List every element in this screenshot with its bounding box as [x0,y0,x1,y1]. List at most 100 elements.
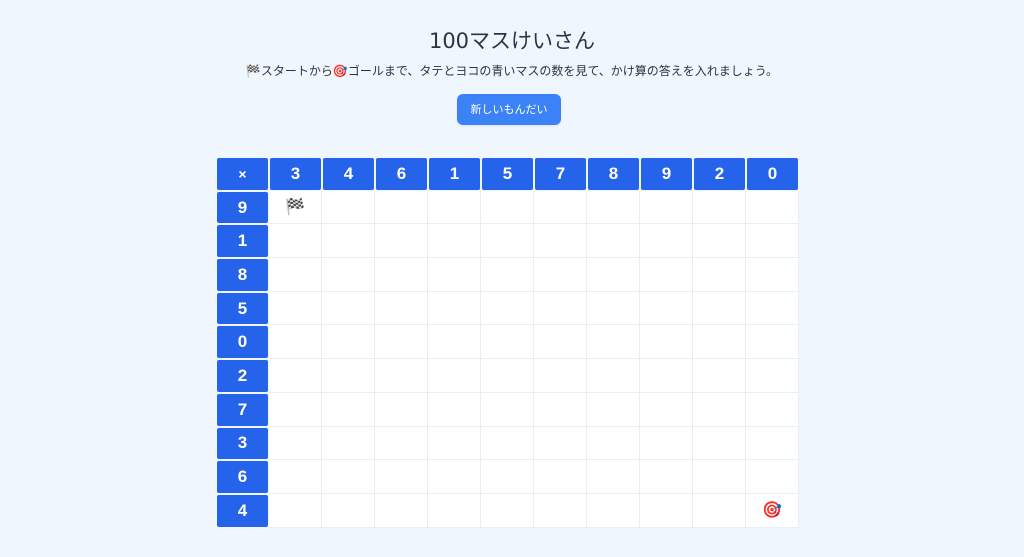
answer-cell[interactable] [481,392,534,427]
answer-cell[interactable] [640,359,693,393]
answer-cell[interactable] [428,325,481,360]
answer-cell[interactable] [693,258,746,292]
answer-cell[interactable] [640,224,693,259]
answer-cell[interactable] [693,359,746,393]
answer-cell[interactable] [375,426,428,461]
answer-cell[interactable] [746,190,799,225]
answer-cell[interactable] [481,460,534,494]
answer-cell[interactable] [428,426,481,461]
answer-cell[interactable] [746,392,799,427]
answer-cell[interactable] [269,493,322,528]
answer-cell[interactable] [269,258,322,292]
answer-cell[interactable] [693,392,746,427]
answer-cell[interactable] [375,325,428,360]
answer-cell[interactable] [746,291,799,326]
answer-cell[interactable] [693,325,746,360]
answer-cell[interactable] [534,392,587,427]
answer-cell[interactable] [534,190,587,225]
answer-cell[interactable] [269,224,322,259]
answer-cell[interactable] [693,426,746,461]
answer-cell[interactable] [375,291,428,326]
answer-cell[interactable] [428,359,481,393]
new-problem-button[interactable]: 新しいもんだい [457,94,561,125]
answer-cell[interactable] [693,460,746,494]
answer-cell[interactable] [693,190,746,225]
answer-cell[interactable] [481,359,534,393]
answer-cell[interactable] [428,493,481,528]
answer-cell-goal[interactable]: 🎯 [746,493,799,528]
answer-cell[interactable] [534,325,587,360]
answer-cell[interactable] [375,359,428,393]
answer-cell[interactable] [481,291,534,326]
answer-cell[interactable] [640,291,693,326]
answer-cell[interactable] [322,224,375,259]
answer-cell[interactable] [269,392,322,427]
answer-cell[interactable] [375,493,428,528]
answer-cell[interactable] [322,190,375,225]
answer-cell[interactable] [322,359,375,393]
answer-cell[interactable] [640,190,693,225]
answer-cell[interactable] [269,325,322,360]
answer-cell[interactable] [428,291,481,326]
answer-cell[interactable] [640,325,693,360]
answer-cell[interactable] [693,224,746,259]
answer-cell[interactable] [428,224,481,259]
answer-cell[interactable] [269,359,322,393]
answer-cell[interactable] [375,190,428,225]
answer-cell[interactable] [375,258,428,292]
answer-cell[interactable] [269,460,322,494]
answer-cell[interactable] [269,426,322,461]
answer-cell[interactable] [322,258,375,292]
answer-cell-start[interactable]: 🏁 [269,190,322,225]
answer-cell[interactable] [587,224,640,259]
answer-cell[interactable] [534,493,587,528]
answer-cell[interactable] [746,460,799,494]
answer-cell[interactable] [587,392,640,427]
answer-cell[interactable] [746,359,799,393]
answer-cell[interactable] [481,190,534,225]
answer-cell[interactable] [534,258,587,292]
answer-cell[interactable] [322,291,375,326]
answer-cell[interactable] [322,460,375,494]
answer-cell[interactable] [587,291,640,326]
answer-cell[interactable] [587,460,640,494]
answer-cell[interactable] [587,325,640,360]
answer-cell[interactable] [640,493,693,528]
answer-cell[interactable] [587,258,640,292]
answer-cell[interactable] [534,224,587,259]
answer-cell[interactable] [587,493,640,528]
answer-cell[interactable] [693,493,746,528]
answer-cell[interactable] [534,460,587,494]
answer-cell[interactable] [746,426,799,461]
answer-cell[interactable] [322,392,375,427]
answer-cell[interactable] [322,325,375,360]
answer-cell[interactable] [269,291,322,326]
answer-cell[interactable] [534,359,587,393]
answer-cell[interactable] [428,190,481,225]
answer-cell[interactable] [640,426,693,461]
answer-cell[interactable] [428,392,481,427]
answer-cell[interactable] [693,291,746,326]
answer-cell[interactable] [428,258,481,292]
answer-cell[interactable] [428,460,481,494]
answer-cell[interactable] [587,426,640,461]
answer-cell[interactable] [640,460,693,494]
answer-cell[interactable] [481,224,534,259]
answer-cell[interactable] [534,291,587,326]
answer-cell[interactable] [481,325,534,360]
answer-cell[interactable] [375,224,428,259]
answer-cell[interactable] [640,258,693,292]
answer-cell[interactable] [746,325,799,360]
answer-cell[interactable] [375,392,428,427]
answer-cell[interactable] [640,392,693,427]
answer-cell[interactable] [746,224,799,259]
answer-cell[interactable] [322,426,375,461]
answer-cell[interactable] [375,460,428,494]
answer-cell[interactable] [534,426,587,461]
answer-cell[interactable] [481,258,534,292]
answer-cell[interactable] [587,190,640,225]
answer-cell[interactable] [746,258,799,292]
answer-cell[interactable] [481,493,534,528]
answer-cell[interactable] [481,426,534,461]
answer-cell[interactable] [587,359,640,393]
